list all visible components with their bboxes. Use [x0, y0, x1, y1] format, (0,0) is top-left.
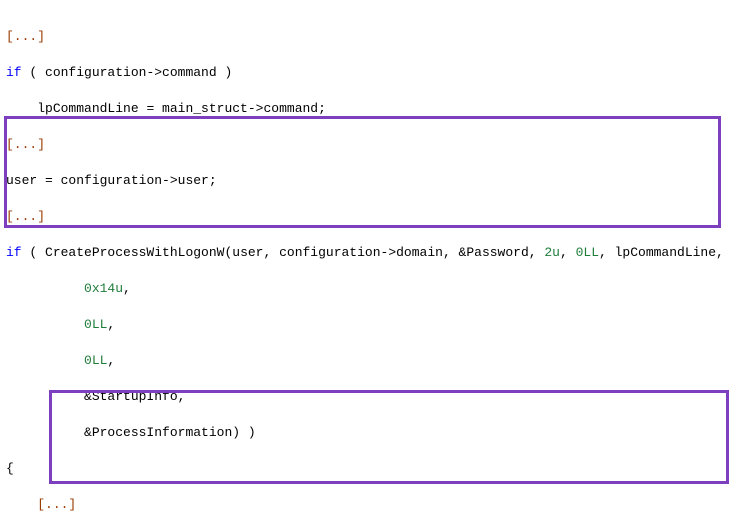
ellipsis: [...] — [6, 137, 45, 152]
code-line: 0LL, — [6, 352, 745, 370]
code-line: &StartupInfo, — [6, 388, 745, 406]
kw-if: if — [6, 245, 22, 260]
code-line: [...] — [6, 28, 745, 46]
code-line: lpCommandLine = main_struct->command; — [6, 100, 745, 118]
kw-if: if — [6, 65, 22, 80]
code-line: [...] — [6, 136, 745, 154]
code-line: if ( CreateProcessWithLogonW(user, confi… — [6, 244, 745, 262]
code-line: &ProcessInformation) ) — [6, 424, 745, 442]
ellipsis: [...] — [37, 497, 76, 512]
code-line: 0LL, — [6, 316, 745, 334]
code-line: [...] — [6, 208, 745, 226]
code-line: { — [6, 460, 745, 478]
code-line: user = configuration->user; — [6, 172, 745, 190]
ellipsis: [...] — [6, 209, 45, 224]
code-line: 0x14u, — [6, 280, 745, 298]
ellipsis: [...] — [6, 29, 45, 44]
code-block: [...] if ( configuration->command ) lpCo… — [0, 0, 751, 529]
code-line: [...] — [6, 496, 745, 514]
code-line: if ( configuration->command ) — [6, 64, 745, 82]
